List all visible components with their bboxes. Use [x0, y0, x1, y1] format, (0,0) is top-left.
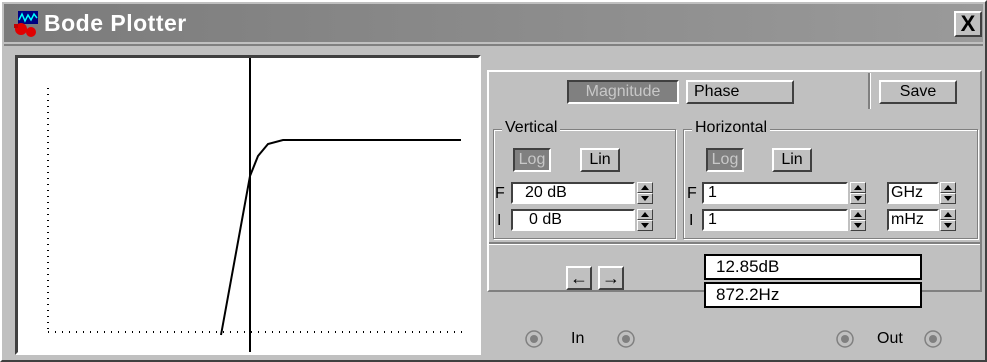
- spin-up-icon[interactable]: [940, 209, 956, 220]
- horizontal-initial-unit-field[interactable]: mHz: [887, 209, 939, 231]
- vertical-log-button[interactable]: Log: [513, 148, 551, 172]
- spin-up-icon[interactable]: [637, 209, 653, 220]
- horizontal-lin-button[interactable]: Lin: [772, 148, 812, 172]
- horizontal-initial-value: 1: [708, 211, 717, 228]
- horizontal-initial-spinner[interactable]: [850, 209, 866, 231]
- magnitude-curve: [220, 139, 461, 336]
- horizontal-final-unit-spinner[interactable]: [940, 182, 956, 204]
- spin-down-icon[interactable]: [940, 220, 956, 231]
- vertical-label: Vertical: [502, 119, 561, 137]
- window-title: Bode Plotter: [44, 10, 187, 36]
- vertical-initial-field[interactable]: 0 dB: [511, 209, 635, 231]
- readout-divider: [489, 242, 980, 244]
- in-terminal-label: In: [571, 330, 585, 347]
- horizontal-label: Horizontal: [692, 119, 771, 137]
- title-bar[interactable]: Bode Plotter X: [4, 4, 983, 42]
- bode-plotter-icon: [14, 11, 38, 37]
- horizontal-initial-field[interactable]: 1: [702, 209, 848, 231]
- spin-down-icon[interactable]: [850, 220, 866, 231]
- horizontal-final-unit: GHz: [891, 184, 923, 201]
- close-button[interactable]: X: [954, 11, 982, 37]
- cursor-right-button[interactable]: →: [598, 266, 624, 290]
- out-terminal-minus-icon[interactable]: [924, 330, 942, 348]
- out-terminal-plus-icon[interactable]: [836, 330, 854, 348]
- vertical-initial-letter: I: [497, 212, 502, 229]
- horizontal-final-letter: F: [687, 185, 697, 202]
- spin-up-icon[interactable]: [850, 182, 866, 193]
- bode-plotter-window: Bode Plotter X Magnitude Phase Save Vert…: [0, 0, 987, 362]
- vertical-lin-button[interactable]: Lin: [580, 148, 620, 172]
- title-separator: [4, 44, 983, 46]
- spin-up-icon[interactable]: [637, 182, 653, 193]
- vertical-final-spinner[interactable]: [637, 182, 653, 204]
- spin-up-icon[interactable]: [850, 209, 866, 220]
- horizontal-log-button[interactable]: Log: [706, 148, 744, 172]
- vertical-initial-value: 0 dB: [529, 211, 562, 228]
- bode-plot-display: [15, 55, 481, 355]
- cursor-left-button[interactable]: ←: [566, 266, 592, 290]
- horizontal-final-unit-field[interactable]: GHz: [887, 182, 939, 204]
- in-terminal-minus-icon[interactable]: [617, 330, 635, 348]
- frequency-readout: 872.2Hz: [704, 282, 922, 308]
- vertical-final-letter: F: [495, 185, 505, 202]
- spin-up-icon[interactable]: [940, 182, 956, 193]
- out-terminal-label: Out: [877, 330, 903, 347]
- horizontal-final-spinner[interactable]: [850, 182, 866, 204]
- horizontal-initial-unit-spinner[interactable]: [940, 209, 956, 231]
- horizontal-final-value: 1: [708, 184, 717, 201]
- bode-plot-canvas: [47, 58, 468, 352]
- spin-down-icon[interactable]: [637, 220, 653, 231]
- vertical-final-field[interactable]: 20 dB: [511, 182, 635, 204]
- spin-down-icon[interactable]: [637, 193, 653, 204]
- horizontal-initial-unit: mHz: [891, 211, 924, 228]
- in-terminal-plus-icon[interactable]: [525, 330, 543, 348]
- magnitude-readout: 12.85dB: [704, 254, 922, 280]
- spin-down-icon[interactable]: [850, 193, 866, 204]
- horizontal-final-field[interactable]: 1: [702, 182, 848, 204]
- spin-down-icon[interactable]: [940, 193, 956, 204]
- vertical-final-value: 20 dB: [525, 184, 567, 201]
- horizontal-initial-letter: I: [689, 212, 694, 229]
- vertical-initial-spinner[interactable]: [637, 209, 653, 231]
